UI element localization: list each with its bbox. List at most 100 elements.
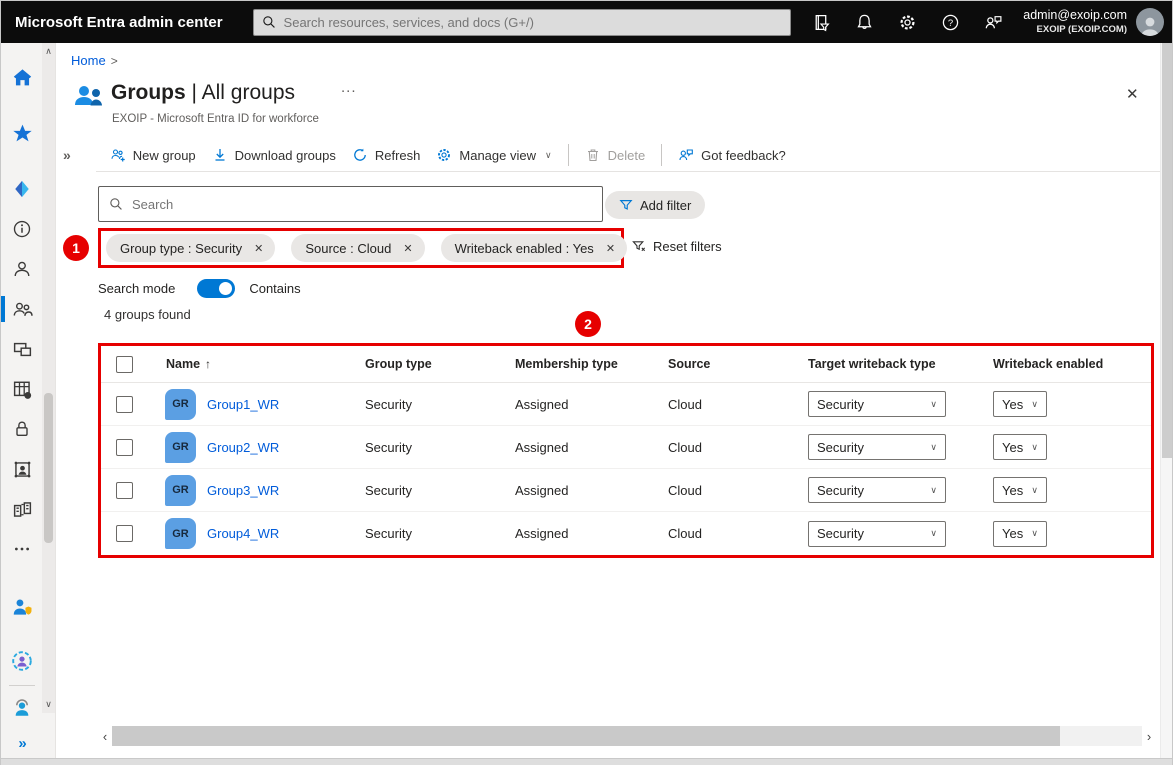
sidebar-item-devices[interactable] (1, 329, 43, 369)
writeback-enabled-select[interactable]: Yes ∨ (993, 477, 1047, 503)
manage-view-button[interactable]: Manage view ∨ (436, 147, 552, 163)
col-header-target-writeback[interactable]: Target writeback type (808, 357, 993, 371)
col-header-writeback-enabled[interactable]: Writeback enabled (993, 357, 1151, 371)
remove-filter-icon[interactable]: ✕ (254, 242, 263, 255)
user-avatar[interactable] (1136, 8, 1164, 36)
row-checkbox[interactable] (116, 481, 133, 499)
user-icon (14, 261, 30, 277)
scroll-right-icon[interactable]: › (1142, 729, 1156, 744)
col-header-source[interactable]: Source (668, 357, 808, 371)
feedback-icon[interactable] (984, 13, 1003, 32)
svg-text:?: ? (948, 17, 953, 28)
sidebar-item-identity-governance[interactable] (1, 641, 43, 681)
cell-membership-type: Assigned (515, 396, 569, 412)
scroll-up-icon[interactable]: ∧ (45, 46, 52, 57)
chevron-down-icon: ∨ (1031, 441, 1038, 452)
directory-filter-icon[interactable] (812, 13, 831, 32)
close-blade-icon[interactable]: ✕ (1126, 85, 1139, 103)
cell-group-type: Security (365, 482, 412, 498)
filter-pills-annotation-frame: Group type : Security ✕ Source : Cloud ✕… (98, 228, 628, 268)
target-writeback-select[interactable]: Security ∨ (808, 434, 946, 460)
col-header-name[interactable]: Name ↑ (153, 357, 365, 371)
filter-pill-writeback[interactable]: Writeback enabled : Yes ✕ (440, 234, 628, 262)
topbar-icons: ? (812, 13, 1003, 32)
notifications-bell-icon[interactable] (855, 13, 874, 32)
manage-view-gear-icon (438, 149, 451, 161)
vertical-scrollbar[interactable] (1160, 43, 1172, 758)
target-writeback-select[interactable]: Security ∨ (808, 477, 946, 503)
chevron-down-icon: ∨ (545, 149, 552, 160)
organization-buildings-icon (13, 501, 31, 517)
row-checkbox[interactable] (116, 438, 133, 456)
groups-table: Name ↑ Group type Membership type Source … (98, 343, 1154, 558)
group-name-link[interactable]: Group4_WR (207, 526, 279, 541)
vertical-scroll-thumb[interactable] (1162, 43, 1172, 458)
search-mode-toggle[interactable] (197, 279, 236, 298)
group-name-link[interactable]: Group3_WR (207, 483, 279, 498)
commandbar-collapse-icon[interactable]: » (63, 147, 71, 163)
settings-gear-icon[interactable] (898, 13, 917, 32)
scroll-left-icon[interactable]: ‹ (98, 729, 112, 744)
sidebar-item-users[interactable] (1, 249, 43, 289)
sidebar-scroll-thumb[interactable] (44, 393, 53, 543)
global-search-input[interactable] (283, 14, 782, 30)
horizontal-scroll-track[interactable] (112, 726, 1142, 746)
got-feedback-button[interactable]: Got feedback? (678, 147, 786, 163)
breadcrumb-home-link[interactable]: Home (71, 53, 106, 68)
target-writeback-select[interactable]: Security ∨ (808, 520, 946, 547)
remove-filter-icon[interactable]: ✕ (606, 242, 615, 255)
refresh-button[interactable]: Refresh (352, 147, 420, 163)
sidebar-item-roles-admins[interactable] (1, 587, 43, 627)
reset-filters-icon (632, 241, 646, 252)
writeback-enabled-select[interactable]: Yes ∨ (993, 434, 1047, 460)
horizontal-scroll-thumb[interactable] (112, 726, 1060, 746)
writeback-enabled-select[interactable]: Yes ∨ (993, 391, 1047, 417)
remove-filter-icon[interactable]: ✕ (403, 242, 412, 255)
toolbar-divider (661, 144, 663, 166)
command-bar: » New group Download groups Refresh Mana… (63, 140, 786, 170)
group-name-link[interactable]: Group2_WR (207, 440, 279, 455)
filter-pill-group-type[interactable]: Group type : Security ✕ (106, 234, 276, 262)
help-icon[interactable]: ? (941, 13, 960, 32)
sidebar-item-show-more[interactable] (1, 529, 43, 569)
scroll-down-icon[interactable]: ∨ (45, 699, 52, 710)
add-filter-button[interactable]: Add filter (605, 191, 706, 219)
chevron-down-icon: ∨ (930, 528, 937, 538)
reset-filters-button[interactable]: Reset filters (632, 239, 722, 254)
group-name-link[interactable]: Group1_WR (207, 397, 279, 412)
sidebar-item-organization[interactable] (1, 489, 43, 529)
left-sidebar: ∧ ∨ » (1, 43, 56, 758)
horizontal-scrollbar[interactable]: ‹ › (98, 725, 1156, 747)
new-group-button[interactable]: New group (110, 147, 196, 163)
row-checkbox[interactable] (116, 525, 133, 542)
entra-id-diamond-icon (15, 180, 29, 198)
target-writeback-select[interactable]: Security ∨ (808, 391, 946, 417)
groups-search-input[interactable] (132, 196, 592, 212)
sidebar-item-entra-id[interactable] (1, 169, 43, 209)
select-all-checkbox[interactable] (116, 355, 133, 373)
account-info[interactable]: admin@exoip.com EXOIP (EXOIP.COM) (1023, 8, 1127, 36)
global-search-box[interactable] (252, 8, 791, 36)
row-checkbox[interactable] (116, 395, 133, 413)
groups-search-box[interactable] (98, 186, 603, 222)
sidebar-scrollbar[interactable]: ∧ ∨ (42, 43, 55, 713)
sidebar-item-applications[interactable] (1, 369, 43, 409)
sidebar-item-home[interactable] (1, 57, 43, 97)
col-header-group-type[interactable]: Group type (365, 357, 515, 371)
sidebar-expand-button[interactable]: » (1, 735, 43, 752)
col-header-membership-type[interactable]: Membership type (515, 357, 668, 371)
sidebar-item-protection[interactable] (1, 409, 43, 449)
sidebar-item-information[interactable] (1, 209, 43, 249)
info-icon (13, 220, 31, 238)
sidebar-item-groups[interactable] (1, 289, 43, 329)
lock-icon (16, 421, 28, 436)
sidebar-item-learn-support[interactable] (1, 688, 43, 728)
sidebar-item-external-identities[interactable] (1, 449, 43, 489)
delete-button[interactable]: Delete (585, 147, 645, 163)
download-groups-button[interactable]: Download groups (212, 147, 336, 163)
filter-pill-source[interactable]: Source : Cloud ✕ (291, 234, 425, 262)
writeback-enabled-select[interactable]: Yes ∨ (993, 520, 1047, 547)
search-mode-row: Search mode Contains (98, 279, 301, 298)
title-overflow-button[interactable]: ... (341, 79, 357, 96)
sidebar-item-favorites[interactable] (1, 113, 43, 153)
